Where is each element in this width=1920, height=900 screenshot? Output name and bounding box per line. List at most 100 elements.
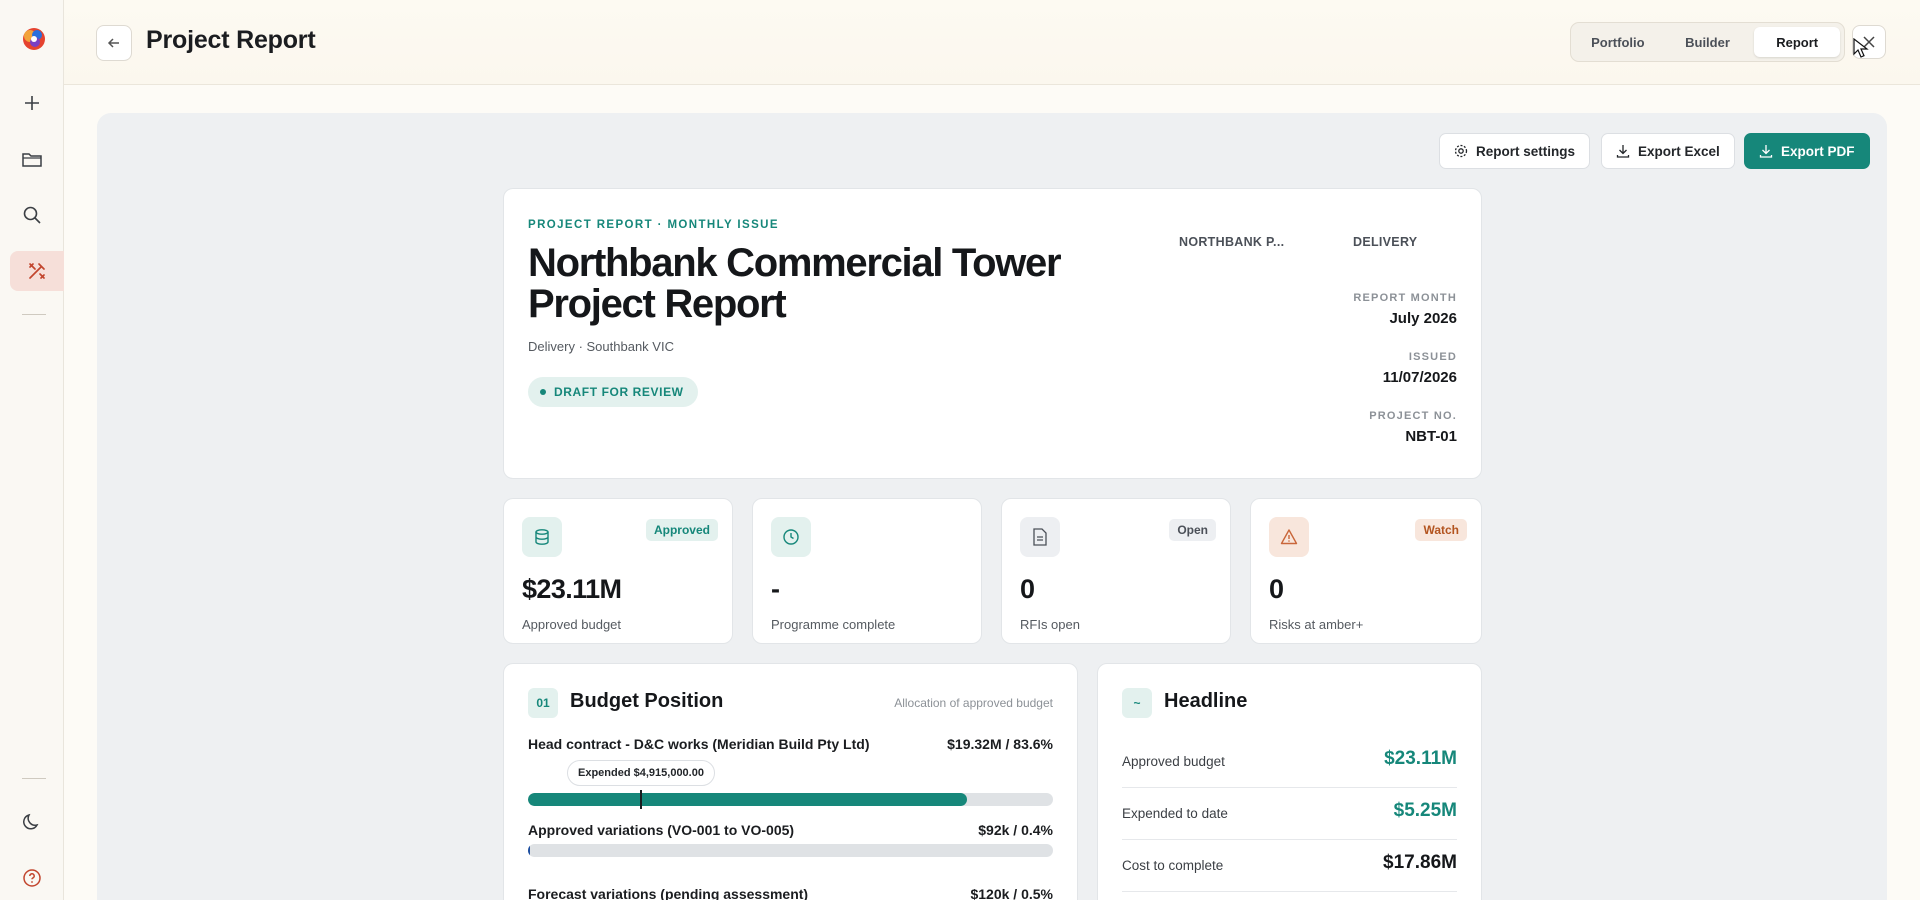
database-icon (535, 529, 549, 545)
plus-icon (25, 96, 39, 110)
warning-icon (1280, 529, 1298, 545)
report-header-card: PROJECT REPORT · MONTHLY ISSUE Northbank… (503, 188, 1482, 479)
document-icon (1033, 528, 1047, 546)
tools-button[interactable] (10, 251, 64, 291)
budget-bar-fill (528, 844, 531, 857)
download-icon (1616, 145, 1630, 158)
top-bar: Project Report Portfolio Builder Report (64, 0, 1920, 85)
budget-line-label: Forecast variations (pending assessment) (528, 886, 809, 900)
kpi-badge: Watch (1415, 519, 1467, 541)
budget-line: Head contract - D&C works (Meridian Buil… (528, 736, 1053, 809)
project-no-label: PROJECT NO. (1369, 410, 1457, 422)
mouse-cursor-icon (1853, 38, 1869, 58)
tab-portfolio[interactable]: Portfolio (1575, 27, 1661, 57)
budget-line-amount: $92k / 0.4% (978, 822, 1053, 838)
rail-divider (22, 314, 46, 315)
report-month-value: July 2026 (1389, 310, 1457, 327)
help-icon (23, 869, 41, 887)
budget-line: Approved variations (VO-001 to VO-005) $… (528, 822, 1053, 862)
kpi-label: Approved budget (522, 617, 622, 632)
section-number: 01 (528, 688, 558, 718)
client-name: NORTHBANK P... (1179, 235, 1285, 249)
left-rail (0, 0, 64, 900)
projects-button[interactable] (12, 139, 52, 179)
headline-row: Expended to date $5.25M (1122, 788, 1457, 840)
headline-row-label: Cost to complete (1122, 858, 1224, 873)
kpi-value: - (771, 574, 780, 604)
moon-icon (23, 813, 39, 830)
kpi-icon-box (1269, 517, 1309, 557)
kpi-card-budget: Approved $23.11M Approved budget (503, 498, 733, 644)
section-number: ~ (1122, 688, 1152, 718)
project-phase: DELIVERY (1353, 235, 1418, 249)
headline-row-value: $5.25M (1393, 800, 1457, 821)
kpi-value: 0 (1020, 574, 1035, 604)
headline-row: Cost to complete $17.86M (1122, 840, 1457, 892)
budget-line-amount: $120k / 0.5% (970, 886, 1053, 900)
kpi-icon-box (1020, 517, 1060, 557)
tools-icon (29, 263, 45, 279)
download-icon (1759, 145, 1773, 158)
headline-card: ~ Headline Approved budget $23.11M Expen… (1097, 663, 1482, 900)
report-eyebrow: PROJECT REPORT · MONTHLY ISSUE (528, 219, 779, 231)
expended-tooltip: Expended $4,915,000.00 (567, 760, 715, 786)
view-switcher: Portfolio Builder Report (1570, 22, 1845, 62)
kpi-card-programme: - Programme complete (752, 498, 982, 644)
export-excel-label: Export Excel (1638, 143, 1720, 159)
tab-report[interactable]: Report (1754, 27, 1841, 57)
kpi-label: Programme complete (771, 617, 896, 632)
app-logo[interactable] (21, 26, 47, 52)
kpi-label: RFIs open (1020, 617, 1080, 632)
headline-row-value: $17.86M (1383, 852, 1457, 873)
kpi-badge: Approved (645, 519, 718, 541)
kpi-value: $23.11M (522, 574, 622, 604)
budget-line-label: Approved variations (VO-001 to VO-005) (528, 822, 795, 838)
headline-row-label: Expended to date (1122, 806, 1228, 821)
kpi-badge: Open (1169, 519, 1216, 541)
theme-toggle[interactable] (12, 802, 52, 842)
page-title: Project Report (146, 26, 316, 54)
clock-icon (783, 529, 799, 545)
arrow-left-icon (107, 38, 119, 48)
report-title: Northbank Commercial Tower Project Repor… (528, 241, 1062, 326)
new-button[interactable] (12, 83, 52, 123)
headline-row-label: Approved budget (1122, 754, 1225, 769)
gear-icon (1454, 144, 1468, 158)
section-title: Budget Position (570, 690, 724, 712)
kpi-label: Risks at amber+ (1269, 617, 1364, 632)
back-button[interactable] (96, 25, 132, 61)
budget-bar (528, 844, 1053, 857)
headline-row-value: $23.11M (1384, 748, 1457, 769)
export-excel-button[interactable]: Export Excel (1601, 133, 1735, 169)
kpi-icon-box (522, 517, 562, 557)
kpi-icon-box (771, 517, 811, 557)
budget-line: Forecast variations (pending assessment)… (528, 886, 1053, 900)
report-settings-label: Report settings (1476, 143, 1576, 159)
help-button[interactable] (12, 858, 52, 898)
search-icon (23, 206, 41, 224)
report-settings-button[interactable]: Report settings (1439, 133, 1591, 169)
report-canvas: Report settings Export Excel Export PDF … (97, 113, 1887, 900)
budget-bar (528, 793, 1053, 806)
export-pdf-label: Export PDF (1781, 143, 1855, 159)
tab-builder[interactable]: Builder (1665, 27, 1751, 57)
search-button[interactable] (12, 195, 52, 235)
folder-icon (22, 153, 42, 167)
budget-position-card: 01 Budget Position Allocation of approve… (503, 663, 1078, 900)
report-month-label: REPORT MONTH (1353, 292, 1457, 304)
section-title: Headline (1164, 690, 1248, 712)
section-hint: Allocation of approved budget (894, 696, 1053, 710)
issued-label: ISSUED (1408, 351, 1457, 363)
report-subtitle: Delivery · Southbank VIC (528, 339, 674, 354)
kpi-card-risks: Watch 0 Risks at amber+ (1250, 498, 1482, 644)
project-no-value: NBT-01 (1405, 428, 1457, 445)
kpi-value: 0 (1269, 574, 1284, 604)
export-pdf-button[interactable]: Export PDF (1744, 133, 1870, 169)
headline-row: Approved budget $23.11M (1122, 736, 1457, 788)
kpi-card-rfis: Open 0 RFIs open (1001, 498, 1231, 644)
budget-line-label: Head contract - D&C works (Meridian Buil… (528, 736, 870, 752)
status-label: DRAFT FOR REVIEW (554, 385, 684, 399)
expended-marker (639, 790, 642, 809)
status-dot (540, 389, 546, 395)
status-badge: DRAFT FOR REVIEW (528, 377, 698, 407)
